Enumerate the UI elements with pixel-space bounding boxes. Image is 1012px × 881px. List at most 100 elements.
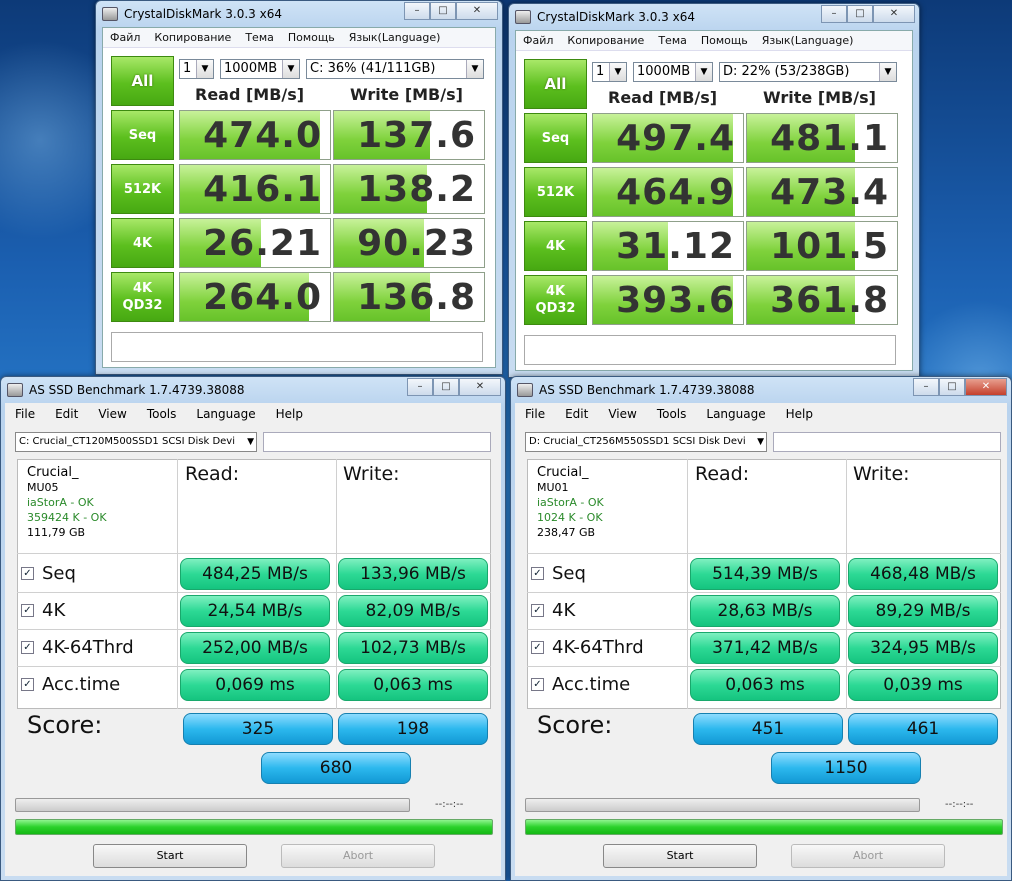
checkbox[interactable]: ✓ xyxy=(531,677,544,691)
checkbox[interactable]: ✓ xyxy=(531,566,544,580)
menu-help[interactable]: Помощь xyxy=(694,34,755,47)
read-value: 416.1 xyxy=(203,169,322,210)
test-checkbox-row[interactable]: ✓ 4K-64Thrd xyxy=(21,632,134,662)
test-button[interactable]: Seq xyxy=(524,113,587,163)
menu-copy[interactable]: Копирование xyxy=(147,31,238,44)
close-button[interactable]: ✕ xyxy=(459,378,501,396)
test-checkbox-row[interactable]: ✓ Acc.time xyxy=(531,669,630,699)
divider xyxy=(527,592,1001,593)
menu-theme[interactable]: Тема xyxy=(238,31,281,44)
maximize-button[interactable]: □ xyxy=(939,378,965,396)
checkbox[interactable]: ✓ xyxy=(531,603,544,617)
read-value-box: 464.9 xyxy=(592,167,744,217)
close-button[interactable]: ✕ xyxy=(456,2,498,20)
write-result: 89,29 MB/s xyxy=(848,595,998,627)
read-value-box: 393.6 xyxy=(592,275,744,325)
menu-copy[interactable]: Копирование xyxy=(560,34,651,47)
menu-help[interactable]: Help xyxy=(776,407,823,421)
checkbox[interactable]: ✓ xyxy=(531,640,544,654)
test-label: 512K xyxy=(123,181,162,197)
menu-edit[interactable]: Edit xyxy=(45,407,88,421)
maximize-button[interactable]: □ xyxy=(847,5,873,23)
menu-file[interactable]: Файл xyxy=(103,31,147,44)
test-checkbox-row[interactable]: ✓ 4K-64Thrd xyxy=(531,632,644,662)
read-value: 26.21 xyxy=(203,223,322,264)
abort-button[interactable]: Abort xyxy=(791,844,945,868)
menu-language[interactable]: Язык(Language) xyxy=(342,31,448,44)
read-result: 28,63 MB/s xyxy=(690,595,840,627)
info-align: 359424 K - OK xyxy=(27,511,107,524)
checkbox[interactable]: ✓ xyxy=(21,566,34,580)
menu-tools[interactable]: Tools xyxy=(137,407,187,421)
write-value: 136.8 xyxy=(357,277,476,318)
maximize-button[interactable]: □ xyxy=(433,378,459,396)
size-select[interactable]: 1000MB ▼ xyxy=(220,59,300,79)
count-select[interactable]: 1 ▼ xyxy=(592,62,627,82)
info-field[interactable] xyxy=(773,432,1001,452)
divider xyxy=(17,592,491,593)
drive-select[interactable]: C: 36% (41/111GB) ▼ xyxy=(306,59,484,79)
test-checkbox-row[interactable]: ✓ 4K xyxy=(531,595,575,625)
all-button[interactable]: All xyxy=(111,56,174,106)
divider xyxy=(177,459,178,709)
test-button[interactable]: 4K xyxy=(524,221,587,271)
menu-language[interactable]: Language xyxy=(696,407,775,421)
size-value: 1000MB xyxy=(224,61,278,76)
menu-file[interactable]: Файл xyxy=(516,34,560,47)
write-header: Write: xyxy=(853,463,910,485)
menu-help[interactable]: Help xyxy=(266,407,313,421)
menu-edit[interactable]: Edit xyxy=(555,407,598,421)
test-checkbox-row[interactable]: ✓ Seq xyxy=(531,558,586,588)
minimize-button[interactable]: – xyxy=(821,5,847,23)
divider xyxy=(336,459,337,709)
start-button[interactable]: Start xyxy=(603,844,757,868)
abort-button[interactable]: Abort xyxy=(281,844,435,868)
checkbox[interactable]: ✓ xyxy=(21,603,34,617)
test-checkbox-row[interactable]: ✓ Acc.time xyxy=(21,669,120,699)
menu-theme[interactable]: Тема xyxy=(651,34,694,47)
checkbox[interactable]: ✓ xyxy=(21,640,34,654)
test-button[interactable]: Seq xyxy=(111,110,174,160)
menu-view[interactable]: View xyxy=(88,407,136,421)
write-result: 82,09 MB/s xyxy=(338,595,488,627)
close-button[interactable]: ✕ xyxy=(965,378,1007,396)
checkbox[interactable]: ✓ xyxy=(21,677,34,691)
count-select[interactable]: 1 ▼ xyxy=(179,59,214,79)
menu-tools[interactable]: Tools xyxy=(647,407,697,421)
drive-select[interactable]: D: 22% (53/238GB) ▼ xyxy=(719,62,897,82)
menu-language[interactable]: Язык(Language) xyxy=(755,34,861,47)
drive-value: D: Crucial_CT256M550SSD1 SCSI Disk Devi xyxy=(529,436,746,447)
minimize-button[interactable]: – xyxy=(407,378,433,396)
test-button[interactable]: 4K QD32 xyxy=(111,272,174,322)
minimize-button[interactable]: – xyxy=(913,378,939,396)
menu-view[interactable]: View xyxy=(598,407,646,421)
menu-help[interactable]: Помощь xyxy=(281,31,342,44)
info-field[interactable] xyxy=(263,432,491,452)
menubar: File Edit View Tools Language Help xyxy=(515,403,1007,425)
close-button[interactable]: ✕ xyxy=(873,5,915,23)
all-button[interactable]: All xyxy=(524,59,587,109)
drive-select[interactable]: D: Crucial_CT256M550SSD1 SCSI Disk Devi ▼ xyxy=(525,432,767,452)
test-checkbox-row[interactable]: ✓ Seq xyxy=(21,558,76,588)
menu-file[interactable]: File xyxy=(5,407,45,421)
test-label: 4K xyxy=(132,281,153,296)
size-select[interactable]: 1000MB ▼ xyxy=(633,62,713,82)
test-label: Seq xyxy=(42,562,76,584)
drive-select[interactable]: C: Crucial_CT120M500SSD1 SCSI Disk Devi ▼ xyxy=(15,432,257,452)
maximize-button[interactable]: □ xyxy=(430,2,456,20)
test-label: Seq xyxy=(128,127,157,143)
write-header: Write [MB/s] xyxy=(350,85,463,104)
menu-file[interactable]: File xyxy=(515,407,555,421)
minimize-button[interactable]: – xyxy=(404,2,430,20)
menu-language[interactable]: Language xyxy=(186,407,265,421)
chevron-down-icon: ▼ xyxy=(466,60,483,78)
test-button[interactable]: 4K xyxy=(111,218,174,268)
start-button[interactable]: Start xyxy=(93,844,247,868)
test-button[interactable]: 512K xyxy=(111,164,174,214)
test-button[interactable]: 512K xyxy=(524,167,587,217)
test-checkbox-row[interactable]: ✓ 4K xyxy=(21,595,65,625)
write-value: 473.4 xyxy=(770,172,889,213)
write-header: Write [MB/s] xyxy=(763,88,876,107)
test-button[interactable]: 4K QD32 xyxy=(524,275,587,325)
chevron-down-icon: ▼ xyxy=(695,63,712,81)
